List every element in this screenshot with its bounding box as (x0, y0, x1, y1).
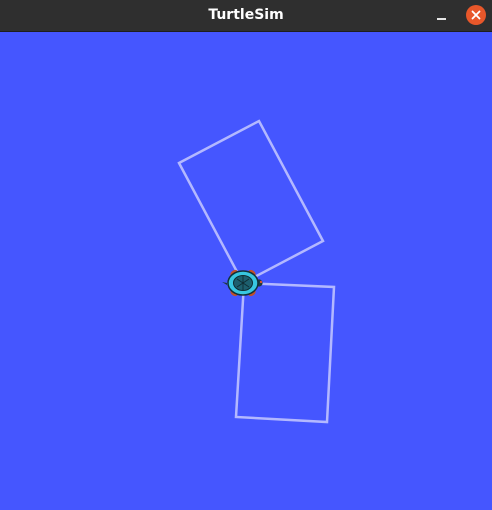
titlebar[interactable]: TurtleSim (0, 0, 492, 32)
pen-trail-lower (234, 281, 336, 424)
minimize-button[interactable] (430, 6, 452, 26)
minimize-icon (436, 17, 446, 20)
drawing-layer (177, 119, 336, 424)
close-icon (471, 10, 481, 20)
close-button[interactable] (466, 5, 486, 25)
turtle-canvas (0, 32, 492, 510)
window-title: TurtleSim (208, 7, 284, 23)
pen-trail-upper (177, 119, 325, 285)
turtlesim-window: TurtleSim (0, 0, 492, 510)
turtle-icon (222, 269, 263, 297)
